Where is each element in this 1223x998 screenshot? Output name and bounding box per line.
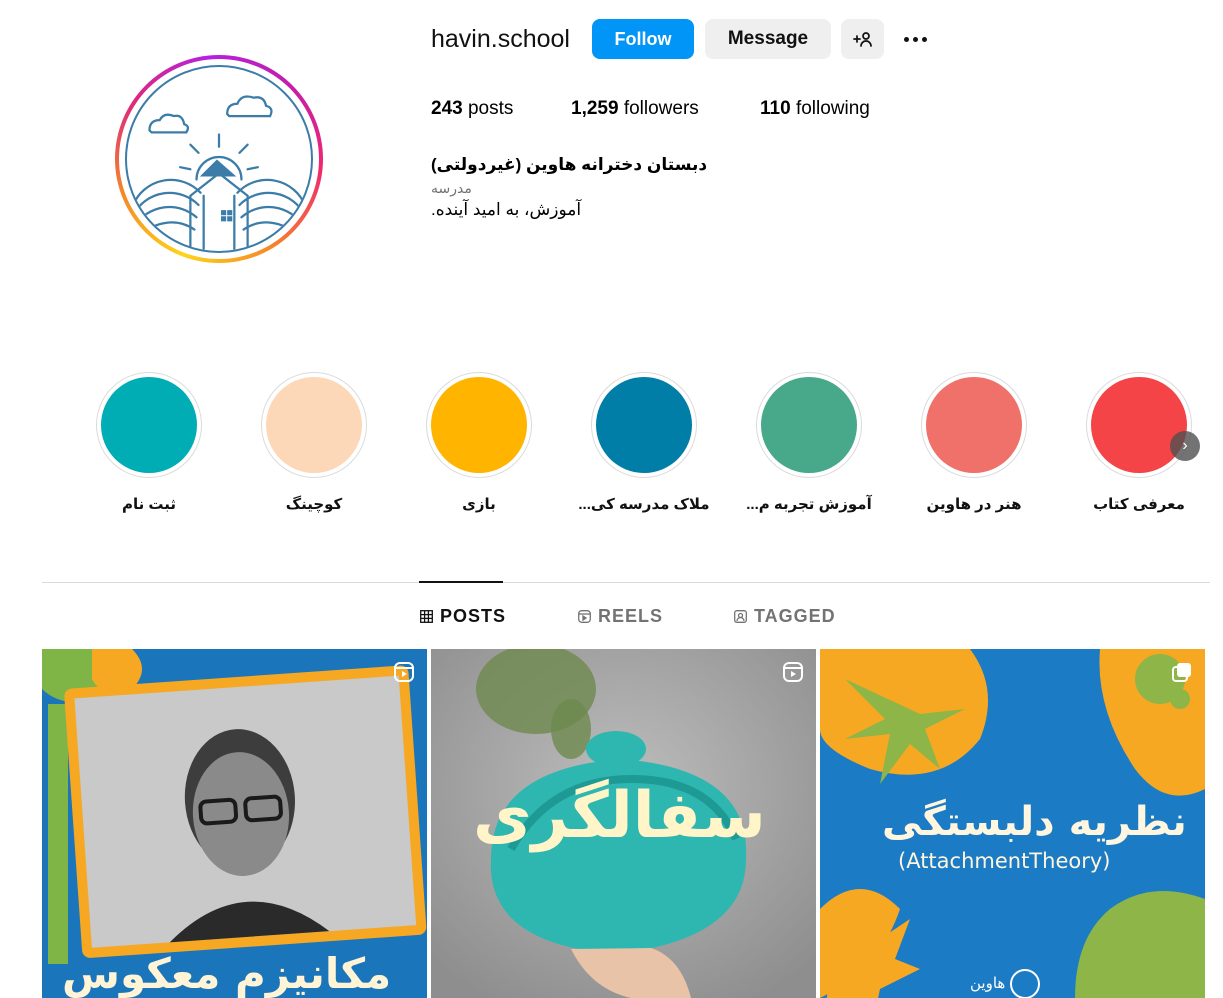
highlight-label: بازی — [462, 496, 496, 513]
highlight-1[interactable] — [261, 372, 367, 478]
bio-name: دبستان دخترانه هاوین (غیردولتی) — [431, 155, 708, 174]
following-count: 110 — [760, 98, 791, 119]
reels-icon — [578, 610, 591, 623]
following-stat[interactable]: 110 following — [760, 98, 870, 120]
posts-stat: 243 posts — [431, 98, 513, 120]
school-logo — [125, 65, 313, 253]
highlight-label: هنر در هاوین — [926, 496, 1022, 513]
grid-icon — [420, 610, 433, 623]
followers-label: followers — [623, 98, 699, 119]
tab-posts[interactable]: POSTS — [420, 606, 506, 627]
highlight-3[interactable] — [591, 372, 697, 478]
highlight-cover — [926, 377, 1022, 473]
followers-stat[interactable]: 1,259 followers — [571, 98, 699, 120]
highlight-label: ملاک مدرسه کی... — [578, 496, 710, 513]
posts-label: posts — [467, 98, 514, 119]
post-image — [42, 649, 427, 998]
highlight-6[interactable] — [1086, 372, 1192, 478]
highlight-cover — [431, 377, 527, 473]
highlight-cover — [596, 377, 692, 473]
highlight-2[interactable] — [426, 372, 532, 478]
add-user-icon — [852, 32, 872, 47]
bio-category: مدرسه — [431, 180, 472, 196]
highlight-cover — [1091, 377, 1187, 473]
highlights-next-arrow-icon[interactable]: › — [1170, 431, 1200, 461]
tab-tagged-label: TAGGED — [754, 606, 836, 626]
following-label: following — [795, 98, 870, 119]
school-logo-icon — [132, 95, 306, 251]
carousel-badge-icon — [1172, 663, 1191, 682]
avatar-border — [119, 59, 319, 259]
tabs-divider — [42, 582, 1210, 583]
tab-tagged[interactable]: TAGGED — [734, 606, 836, 627]
post-tile[interactable]: مکانیزم معکوس — [42, 649, 427, 998]
highlight-label: معرفی کتاب — [1093, 496, 1185, 513]
post-logo-text: هاوین — [970, 974, 1006, 992]
highlight-label: کوچینگ — [285, 496, 343, 513]
active-tab-indicator — [419, 581, 503, 583]
highlight-label: آموزش تجربه م... — [746, 496, 872, 513]
post-caption: مکانیزم معکوس — [62, 949, 392, 998]
highlight-0[interactable] — [96, 372, 202, 478]
highlight-cover — [761, 377, 857, 473]
tagged-icon — [734, 610, 747, 623]
profile-username: havin.school — [431, 25, 570, 53]
post-caption: سفالگری — [473, 779, 766, 853]
reel-badge-icon — [394, 662, 414, 682]
post-subcaption: (AttachmentTheory) — [898, 849, 1111, 873]
highlight-label: ثبت نام — [121, 496, 177, 513]
tab-posts-label: POSTS — [440, 606, 507, 626]
follow-button[interactable]: Follow — [592, 19, 694, 59]
reel-badge-icon — [783, 662, 803, 682]
highlight-4[interactable] — [756, 372, 862, 478]
post-tile[interactable]: نظریه دلبستگی (AttachmentTheory) هاوین — [820, 649, 1205, 998]
bio-text: آموزش، به امید آینده. — [431, 200, 582, 219]
post-caption: نظریه دلبستگی — [882, 799, 1187, 845]
highlight-cover — [101, 377, 197, 473]
suggest-users-button[interactable] — [841, 19, 884, 59]
followers-count: 1,259 — [571, 98, 619, 119]
post-tile[interactable]: سفالگری — [431, 649, 816, 998]
tab-reels[interactable]: REELS — [578, 606, 663, 627]
highlight-5[interactable] — [921, 372, 1027, 478]
more-options-icon[interactable] — [900, 28, 930, 50]
tab-reels-label: REELS — [598, 606, 664, 626]
profile-avatar[interactable] — [115, 55, 323, 263]
message-button[interactable]: Message — [705, 19, 831, 59]
highlight-cover — [266, 377, 362, 473]
posts-count: 243 — [431, 98, 463, 119]
